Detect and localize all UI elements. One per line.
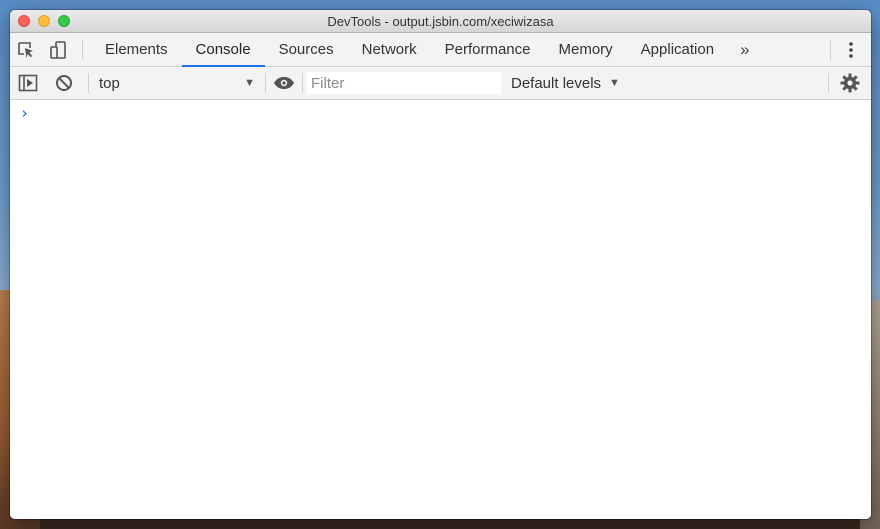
tab-label: Performance bbox=[444, 41, 531, 58]
minimize-window-button[interactable] bbox=[38, 15, 50, 27]
context-value: top bbox=[99, 74, 120, 92]
device-mode-icon bbox=[50, 40, 66, 59]
tab-label: Elements bbox=[105, 41, 168, 58]
tab-memory[interactable]: Memory bbox=[545, 33, 627, 66]
dropdown-caret-icon: ▼ bbox=[244, 77, 255, 89]
dropdown-caret-icon: ▼ bbox=[609, 77, 620, 89]
window-controls bbox=[18, 15, 70, 27]
log-levels-dropdown[interactable]: Default levels ▼ bbox=[511, 75, 620, 92]
clear-console-icon bbox=[56, 75, 72, 91]
tab-label: Console bbox=[195, 41, 251, 58]
inspect-icon bbox=[18, 41, 33, 58]
toolbar-right bbox=[828, 67, 871, 99]
inspect-element-button[interactable] bbox=[10, 33, 42, 66]
toolbar-separator bbox=[302, 73, 303, 93]
log-levels-label: Default levels bbox=[511, 74, 602, 92]
tab-elements[interactable]: Elements bbox=[91, 33, 182, 66]
tab-label: Sources bbox=[278, 41, 334, 58]
clear-console-button[interactable] bbox=[46, 67, 82, 99]
titlebar: DevTools - output.jsbin.com/xeciwizasa bbox=[10, 10, 871, 33]
console-output[interactable]: › bbox=[10, 100, 871, 519]
toolbar-separator bbox=[88, 73, 89, 93]
sidebar-toggle-icon bbox=[18, 74, 38, 92]
eye-icon bbox=[274, 77, 294, 89]
window-title: DevTools - output.jsbin.com/xeciwizasa bbox=[327, 13, 554, 29]
device-toolbar-button[interactable] bbox=[42, 33, 74, 66]
tab-console[interactable]: Console bbox=[181, 33, 265, 67]
chevron-double-right-icon: » bbox=[740, 39, 750, 59]
tabbar-right bbox=[830, 33, 871, 66]
close-window-button[interactable] bbox=[18, 15, 30, 27]
filter-input[interactable] bbox=[307, 72, 501, 94]
console-prompt-icon: › bbox=[20, 104, 30, 122]
tab-sources[interactable]: Sources bbox=[265, 33, 348, 66]
kebab-menu-icon bbox=[849, 41, 853, 58]
tab-separator bbox=[82, 40, 83, 59]
tab-bar: Elements Console Sources Network Perform… bbox=[10, 33, 871, 67]
tab-label: Memory bbox=[558, 41, 613, 58]
console-toolbar: top ▼ Default levels ▼ bbox=[10, 67, 871, 100]
maximize-window-button[interactable] bbox=[58, 15, 70, 27]
context-selector[interactable]: top ▼ bbox=[95, 67, 265, 99]
more-tabs-button[interactable]: » bbox=[728, 33, 761, 66]
tab-performance[interactable]: Performance bbox=[431, 33, 545, 66]
tab-network[interactable]: Network bbox=[348, 33, 431, 66]
show-sidebar-button[interactable] bbox=[10, 67, 46, 99]
console-settings-button[interactable] bbox=[829, 67, 871, 99]
gear-icon bbox=[840, 73, 860, 93]
customize-menu-button[interactable] bbox=[831, 41, 871, 59]
devtools-window: DevTools - output.jsbin.com/xeciwizasa E… bbox=[10, 10, 871, 519]
live-expression-button[interactable] bbox=[266, 67, 302, 99]
tab-label: Application bbox=[640, 41, 715, 58]
tab-application[interactable]: Application bbox=[627, 33, 728, 66]
tab-label: Network bbox=[361, 41, 417, 58]
